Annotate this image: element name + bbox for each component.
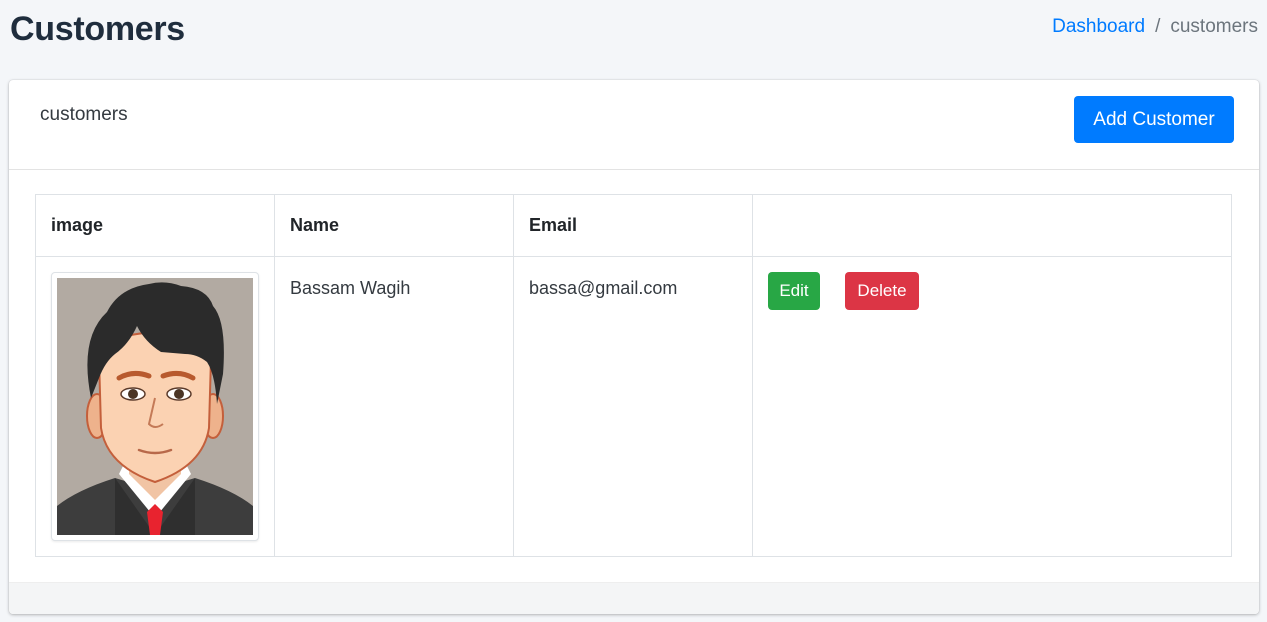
breadcrumb-current: customers bbox=[1170, 16, 1258, 37]
customer-avatar-icon bbox=[57, 278, 253, 535]
customer-avatar bbox=[51, 272, 259, 541]
customer-name: Bassam Wagih bbox=[274, 256, 514, 557]
card-footer bbox=[9, 582, 1259, 614]
breadcrumb-dashboard-link[interactable]: Dashboard bbox=[1052, 16, 1145, 38]
add-customer-button[interactable]: Add Customer bbox=[1074, 96, 1234, 143]
actions-cell: Edit Delete bbox=[752, 256, 1232, 557]
column-header-image: image bbox=[35, 194, 275, 257]
column-header-name: Name bbox=[274, 194, 514, 257]
table-row: Bassam Wagih bassa@gmail.com Edit Delete bbox=[35, 256, 1232, 557]
table-header-row: image Name Email bbox=[35, 194, 1232, 257]
customers-table: image Name Email Bassam Wagih bassa@gmai… bbox=[35, 194, 1232, 557]
image-cell bbox=[35, 256, 275, 557]
customers-card: customers Add Customer image Name Email bbox=[9, 80, 1259, 614]
card-header: customers Add Customer bbox=[9, 80, 1259, 170]
delete-button[interactable]: Delete bbox=[845, 272, 919, 310]
column-header-email: Email bbox=[513, 194, 753, 257]
customer-email: bassa@gmail.com bbox=[513, 256, 753, 557]
edit-button[interactable]: Edit bbox=[768, 272, 820, 310]
card-title: customers bbox=[40, 104, 128, 125]
breadcrumb: Dashboard / customers bbox=[1052, 16, 1258, 38]
column-header-actions bbox=[752, 194, 1232, 257]
breadcrumb-separator: / bbox=[1155, 16, 1161, 37]
row-actions: Edit Delete bbox=[768, 272, 1216, 312]
page-title: Customers bbox=[10, 10, 185, 48]
